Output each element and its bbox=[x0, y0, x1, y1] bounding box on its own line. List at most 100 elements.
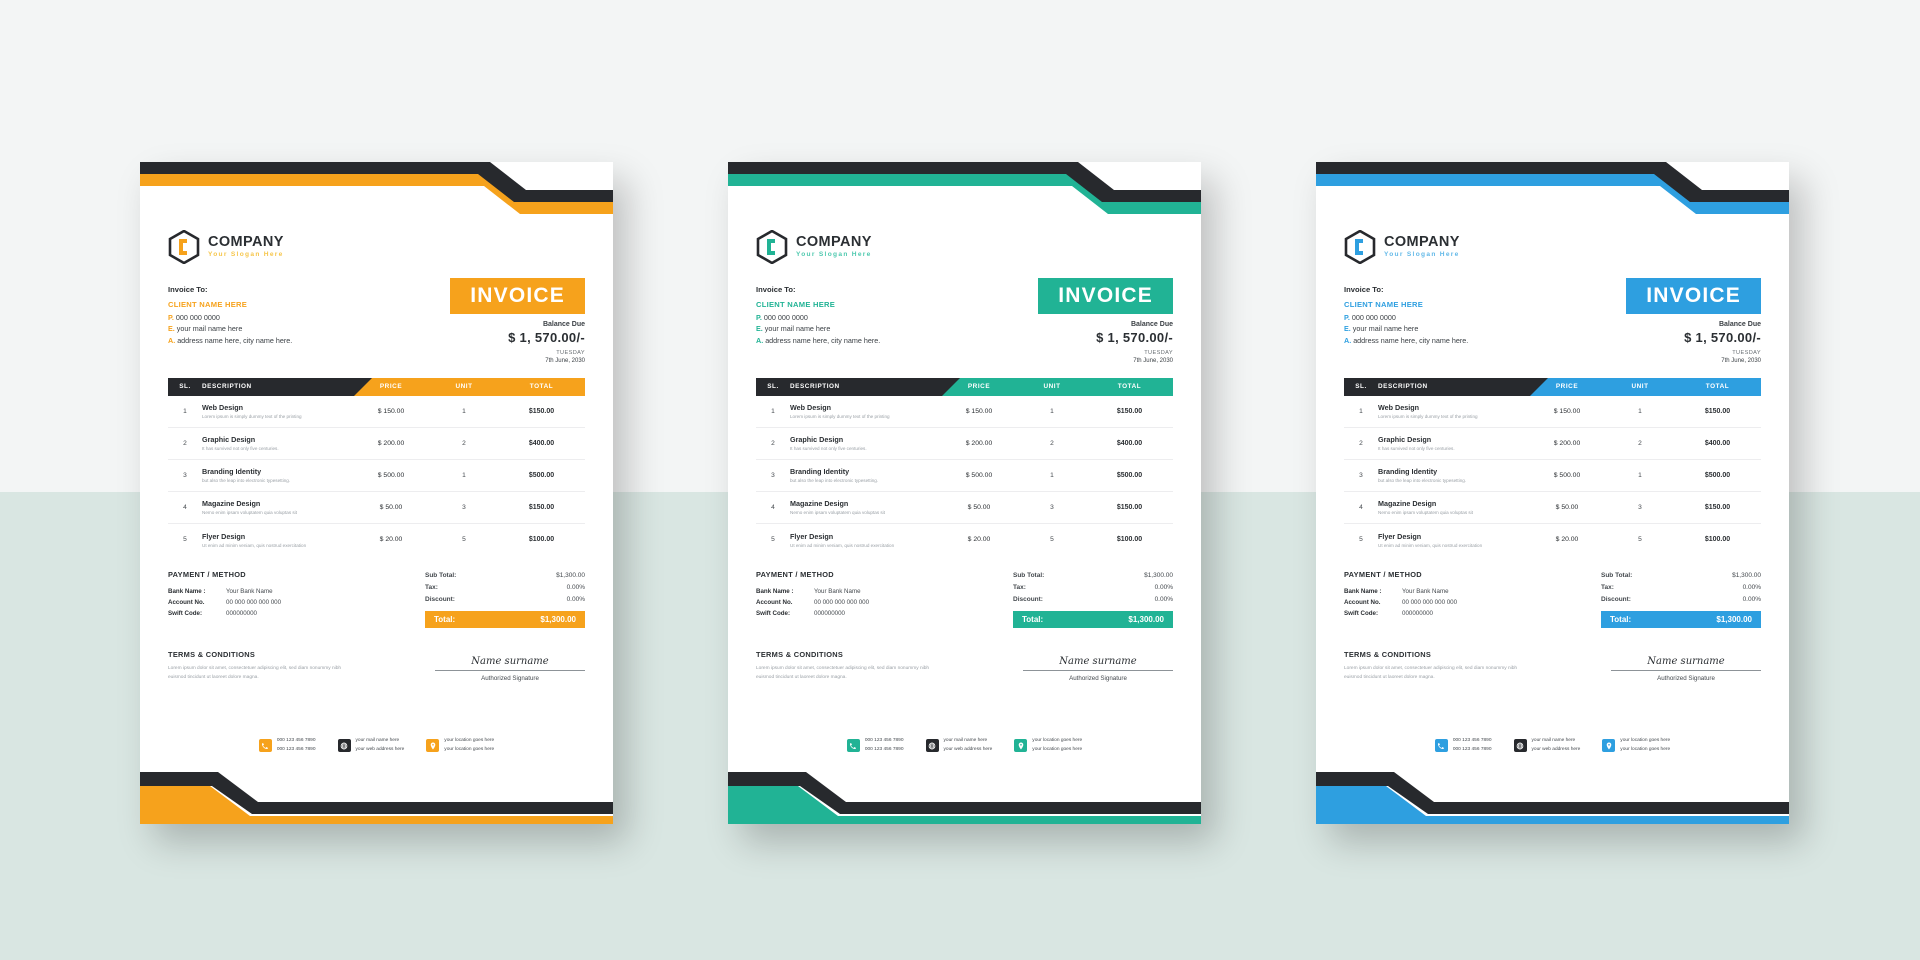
row-description: Branding Identity but also the leap into … bbox=[202, 467, 352, 483]
row-title: Graphic Design bbox=[1378, 435, 1432, 444]
invoice-banner: INVOICE bbox=[1038, 278, 1173, 314]
row-unit: 1 bbox=[462, 407, 466, 415]
row-total: $100.00 bbox=[1704, 536, 1731, 543]
col-total: TOTAL bbox=[1705, 383, 1730, 390]
balance-due-label: Balance Due bbox=[1130, 321, 1173, 328]
row-unit: 1 bbox=[1050, 471, 1054, 479]
terms-block: TERMS & CONDITIONS Lorem ipsum dolor sit … bbox=[756, 650, 946, 682]
row-total: $100.00 bbox=[528, 536, 555, 543]
sub-total-row: Sub Total: $1,300.00 bbox=[1601, 571, 1761, 579]
invoice-date: 7th June, 2030 bbox=[1133, 357, 1173, 364]
invoice-card-teal[interactable]: COMPANY Your Slogan Here Invoice To: CLIENT… bbox=[728, 162, 1201, 824]
payment-method-block: PAYMENT / METHOD Bank Name : Your Bank Nam… bbox=[168, 570, 281, 628]
invoice-card-orange[interactable]: COMPANY Your Slogan Here Invoice To: CLIENT… bbox=[140, 162, 613, 824]
row-total: $150.00 bbox=[1704, 407, 1731, 415]
balance-due-amount: $ 1, 570.00/- bbox=[508, 330, 585, 345]
row-sl: 2 bbox=[183, 439, 187, 447]
globe-icon bbox=[337, 739, 351, 753]
row-description: Web Design Lorem ipsum is simply dummy te… bbox=[1378, 403, 1528, 419]
table-row: 2 Graphic Design It has survived not only … bbox=[756, 428, 1173, 460]
balance-due-amount: $ 1, 570.00/- bbox=[1096, 330, 1173, 345]
row-unit: 2 bbox=[1638, 439, 1642, 447]
invoice-date: 7th June, 2030 bbox=[545, 357, 585, 364]
bottom-corner-band bbox=[140, 772, 613, 824]
col-price: PRICE bbox=[967, 383, 991, 390]
col-description: DESCRIPTION bbox=[1378, 383, 1428, 390]
row-subtitle: but also the leap into electronic typese… bbox=[790, 478, 879, 483]
payment-title: PAYMENT / METHOD bbox=[756, 569, 834, 579]
row-unit: 1 bbox=[1638, 407, 1642, 415]
row-sl: 3 bbox=[183, 471, 187, 479]
row-sl: 3 bbox=[771, 471, 775, 479]
grand-total-row: Total: $1,300.00 bbox=[1013, 610, 1173, 628]
discount-row: Discount: 0.00% bbox=[425, 596, 585, 604]
line-items-table: SL. DESCRIPTION PRICE UNIT TOTAL 1 Web Design L… bbox=[168, 377, 585, 556]
row-description: Branding Identity but also the leap into … bbox=[1378, 467, 1528, 483]
swift-code-row: Swift Code: 000000000 bbox=[168, 610, 257, 618]
client-phone: P. 000 000 0000 bbox=[1344, 312, 1396, 322]
payment-title: PAYMENT / METHOD bbox=[168, 569, 246, 579]
invoice-banner: INVOICE bbox=[1626, 278, 1761, 314]
row-unit: 1 bbox=[1638, 471, 1642, 479]
table-row: 1 Web Design Lorem ipsum is simply dummy t… bbox=[756, 396, 1173, 428]
row-total: $150.00 bbox=[1116, 503, 1143, 511]
row-sl: 1 bbox=[1359, 407, 1363, 415]
col-sl: SL. bbox=[1355, 383, 1367, 390]
terms-title: TERMS & CONDITIONS bbox=[1344, 649, 1432, 659]
row-unit: 5 bbox=[462, 536, 466, 543]
row-price: $ 200.00 bbox=[377, 439, 405, 447]
row-total: $150.00 bbox=[528, 407, 555, 415]
row-unit: 2 bbox=[1050, 439, 1054, 447]
row-title: Web Design bbox=[202, 403, 244, 412]
account-no-row: Account No. 00 000 000 000 000 bbox=[1344, 598, 1458, 606]
bank-name-row: Bank Name : Your Bank Name bbox=[756, 587, 861, 595]
row-price: $ 200.00 bbox=[965, 439, 993, 447]
row-title: Branding Identity bbox=[202, 467, 262, 476]
terms-body: Lorem ipsum dolor sit amet, consectetuer… bbox=[756, 665, 930, 680]
terms-title: TERMS & CONDITIONS bbox=[756, 649, 844, 659]
col-description: DESCRIPTION bbox=[790, 383, 840, 390]
invoice-card-blue[interactable]: COMPANY Your Slogan Here Invoice To: CLIENT… bbox=[1316, 162, 1789, 824]
terms-block: TERMS & CONDITIONS Lorem ipsum dolor sit … bbox=[1344, 650, 1534, 682]
invoice-date: 7th June, 2030 bbox=[1721, 357, 1761, 364]
phone-icon bbox=[846, 739, 860, 753]
row-unit: 3 bbox=[462, 503, 466, 511]
row-subtitle: Nemo enim ipsam voluptatem quia voluptas… bbox=[1378, 510, 1473, 515]
col-description: DESCRIPTION bbox=[202, 383, 252, 390]
invoice-to-label: Invoice To: bbox=[1344, 285, 1384, 294]
poster-canvas: COMPANY Your Slogan Here Invoice To: CLIENT… bbox=[0, 0, 1920, 960]
top-corner-band bbox=[728, 162, 1201, 214]
balance-due-label: Balance Due bbox=[1718, 321, 1761, 328]
row-total: $100.00 bbox=[1116, 536, 1143, 543]
row-title: Magazine Design bbox=[790, 499, 849, 508]
row-subtitle: It has survived not only five centuries. bbox=[202, 446, 279, 451]
footer-phone: 000 123 456 7890 000 123 456 7890 bbox=[258, 737, 316, 754]
row-sl: 1 bbox=[771, 407, 775, 415]
row-description: Graphic Design It has survived not only f… bbox=[1378, 435, 1528, 451]
brand-name: COMPANY bbox=[1384, 234, 1460, 251]
row-subtitle: It has survived not only five centuries. bbox=[790, 446, 867, 451]
row-title: Graphic Design bbox=[790, 435, 844, 444]
row-title: Branding Identity bbox=[1378, 467, 1438, 476]
table-row: 4 Magazine Design Nemo enim ipsam voluptat… bbox=[756, 492, 1173, 524]
row-sl: 5 bbox=[771, 536, 775, 543]
col-price: PRICE bbox=[1555, 383, 1579, 390]
row-subtitle: Lorem ipsum is simply dummy text of the … bbox=[790, 414, 890, 419]
invoice-day: TUESDAY bbox=[556, 350, 585, 356]
brand-slogan: Your Slogan Here bbox=[1384, 251, 1460, 259]
phone-icon bbox=[258, 739, 272, 753]
table-header: SL. DESCRIPTION PRICE UNIT TOTAL bbox=[168, 377, 585, 396]
client-email: E. your mail name here bbox=[168, 324, 243, 334]
row-subtitle: but also the leap into electronic typese… bbox=[202, 478, 291, 483]
table-header: SL. DESCRIPTION PRICE UNIT TOTAL bbox=[1344, 377, 1761, 396]
table-header: SL. DESCRIPTION PRICE UNIT TOTAL bbox=[756, 377, 1173, 396]
row-unit: 5 bbox=[1638, 536, 1642, 543]
signature-label: Authorized Signature bbox=[481, 674, 539, 682]
row-title: Magazine Design bbox=[202, 499, 261, 508]
client-address: A. address name here, city name here. bbox=[756, 335, 881, 345]
brand-slogan: Your Slogan Here bbox=[796, 251, 872, 259]
footer-contact-strip: 000 123 456 7890 000 123 456 7890 your mai… bbox=[1316, 737, 1789, 754]
table-row: 3 Branding Identity but also the leap into… bbox=[756, 460, 1173, 492]
row-price: $ 20.00 bbox=[1555, 536, 1579, 543]
row-description: Web Design Lorem ipsum is simply dummy te… bbox=[202, 403, 352, 419]
